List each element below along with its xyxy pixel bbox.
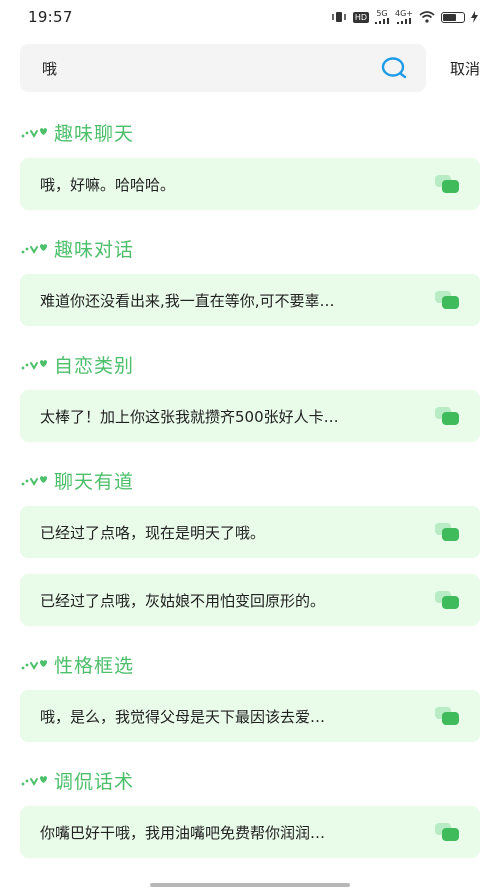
chat-bubble-icon[interactable] bbox=[434, 822, 460, 842]
section-title: 趣味聊天 bbox=[20, 110, 480, 154]
list-item[interactable]: 难道你还没看出来,我一直在等你,可不要辜… bbox=[20, 274, 480, 326]
chat-bubble-icon[interactable] bbox=[434, 522, 460, 542]
section: 自恋类别太棒了！加上你这张我就攒齐500张好人卡… bbox=[20, 342, 480, 442]
charging-icon bbox=[471, 11, 478, 23]
section: 调侃话术你嘴巴好干哦，我用油嘴吧免费帮你润润… bbox=[20, 758, 480, 858]
list-item[interactable]: 已经过了点哦，灰姑娘不用怕变回原形的。 bbox=[20, 574, 480, 626]
status-bar: 19:57 HD 5G 4G+ bbox=[0, 0, 500, 34]
chat-bubble-icon[interactable] bbox=[434, 174, 460, 194]
list-item-text: 已经过了点咯，现在是明天了哦。 bbox=[40, 523, 266, 542]
heart-decoration-icon bbox=[20, 124, 52, 140]
list-item[interactable]: 哦，好嘛。哈哈哈。 bbox=[20, 158, 480, 210]
cancel-button[interactable]: 取消 bbox=[450, 58, 480, 79]
list-item-text: 哦，是么，我觉得父母是天下最因该去爱… bbox=[40, 707, 326, 726]
list-item[interactable]: 你嘴巴好干哦，我用油嘴吧免费帮你润润… bbox=[20, 806, 480, 858]
list-item-text: 已经过了点哦，灰姑娘不用怕变回原形的。 bbox=[40, 591, 326, 610]
section-title-label: 自恋类别 bbox=[54, 354, 135, 377]
section-title: 趣味对话 bbox=[20, 226, 480, 270]
battery-icon bbox=[441, 11, 465, 23]
list-item-text: 难道你还没看出来,我一直在等你,可不要辜… bbox=[40, 291, 335, 310]
home-indicator bbox=[150, 883, 350, 887]
network-5g-label: 5G bbox=[376, 9, 388, 18]
section-title-label: 调侃话术 bbox=[54, 770, 135, 793]
search-icon[interactable] bbox=[380, 54, 408, 82]
heart-decoration-icon bbox=[20, 772, 52, 788]
list-item[interactable]: 已经过了点咯，现在是明天了哦。 bbox=[20, 506, 480, 558]
status-icons: HD 5G 4G+ bbox=[331, 10, 478, 24]
signal-5g-icon: 5G bbox=[375, 10, 389, 24]
results-list: 趣味聊天哦，好嘛。哈哈哈。趣味对话难道你还没看出来,我一直在等你,可不要辜… 自恋… bbox=[20, 110, 480, 874]
chat-bubble-icon[interactable] bbox=[434, 706, 460, 726]
section-title-label: 聊天有道 bbox=[54, 470, 135, 493]
chat-bubble-icon[interactable] bbox=[434, 590, 460, 610]
search-row: 取消 bbox=[20, 44, 480, 92]
signal-4g-icon: 4G+ bbox=[395, 10, 413, 24]
heart-decoration-icon bbox=[20, 356, 52, 372]
wifi-icon bbox=[419, 11, 435, 23]
list-item-text: 哦，好嘛。哈哈哈。 bbox=[40, 175, 176, 194]
section: 趣味对话难道你还没看出来,我一直在等你,可不要辜… bbox=[20, 226, 480, 326]
vibrate-icon bbox=[331, 11, 347, 23]
section-title-label: 趣味聊天 bbox=[54, 122, 135, 145]
network-4g-label: 4G+ bbox=[395, 9, 413, 18]
list-item[interactable]: 太棒了！加上你这张我就攒齐500张好人卡… bbox=[20, 390, 480, 442]
search-box[interactable] bbox=[20, 44, 426, 92]
section-title-label: 性格框选 bbox=[54, 654, 135, 677]
section-title: 性格框选 bbox=[20, 642, 480, 686]
section: 性格框选哦，是么，我觉得父母是天下最因该去爱… bbox=[20, 642, 480, 742]
hd-icon: HD bbox=[352, 11, 369, 23]
list-item-text: 太棒了！加上你这张我就攒齐500张好人卡… bbox=[40, 407, 339, 426]
section-title-label: 趣味对话 bbox=[54, 238, 135, 261]
search-input[interactable] bbox=[40, 58, 380, 78]
heart-decoration-icon bbox=[20, 240, 52, 256]
chat-bubble-icon[interactable] bbox=[434, 290, 460, 310]
section: 聊天有道已经过了点咯，现在是明天了哦。已经过了点哦，灰姑娘不用怕变回原形的。 bbox=[20, 458, 480, 626]
section-title: 调侃话术 bbox=[20, 758, 480, 802]
heart-decoration-icon bbox=[20, 656, 52, 672]
chat-bubble-icon[interactable] bbox=[434, 406, 460, 426]
status-time: 19:57 bbox=[28, 8, 73, 26]
section-title: 聊天有道 bbox=[20, 458, 480, 502]
section: 趣味聊天哦，好嘛。哈哈哈。 bbox=[20, 110, 480, 210]
section-title: 自恋类别 bbox=[20, 342, 480, 386]
heart-decoration-icon bbox=[20, 472, 52, 488]
list-item[interactable]: 哦，是么，我觉得父母是天下最因该去爱… bbox=[20, 690, 480, 742]
list-item-text: 你嘴巴好干哦，我用油嘴吧免费帮你润润… bbox=[40, 823, 326, 842]
